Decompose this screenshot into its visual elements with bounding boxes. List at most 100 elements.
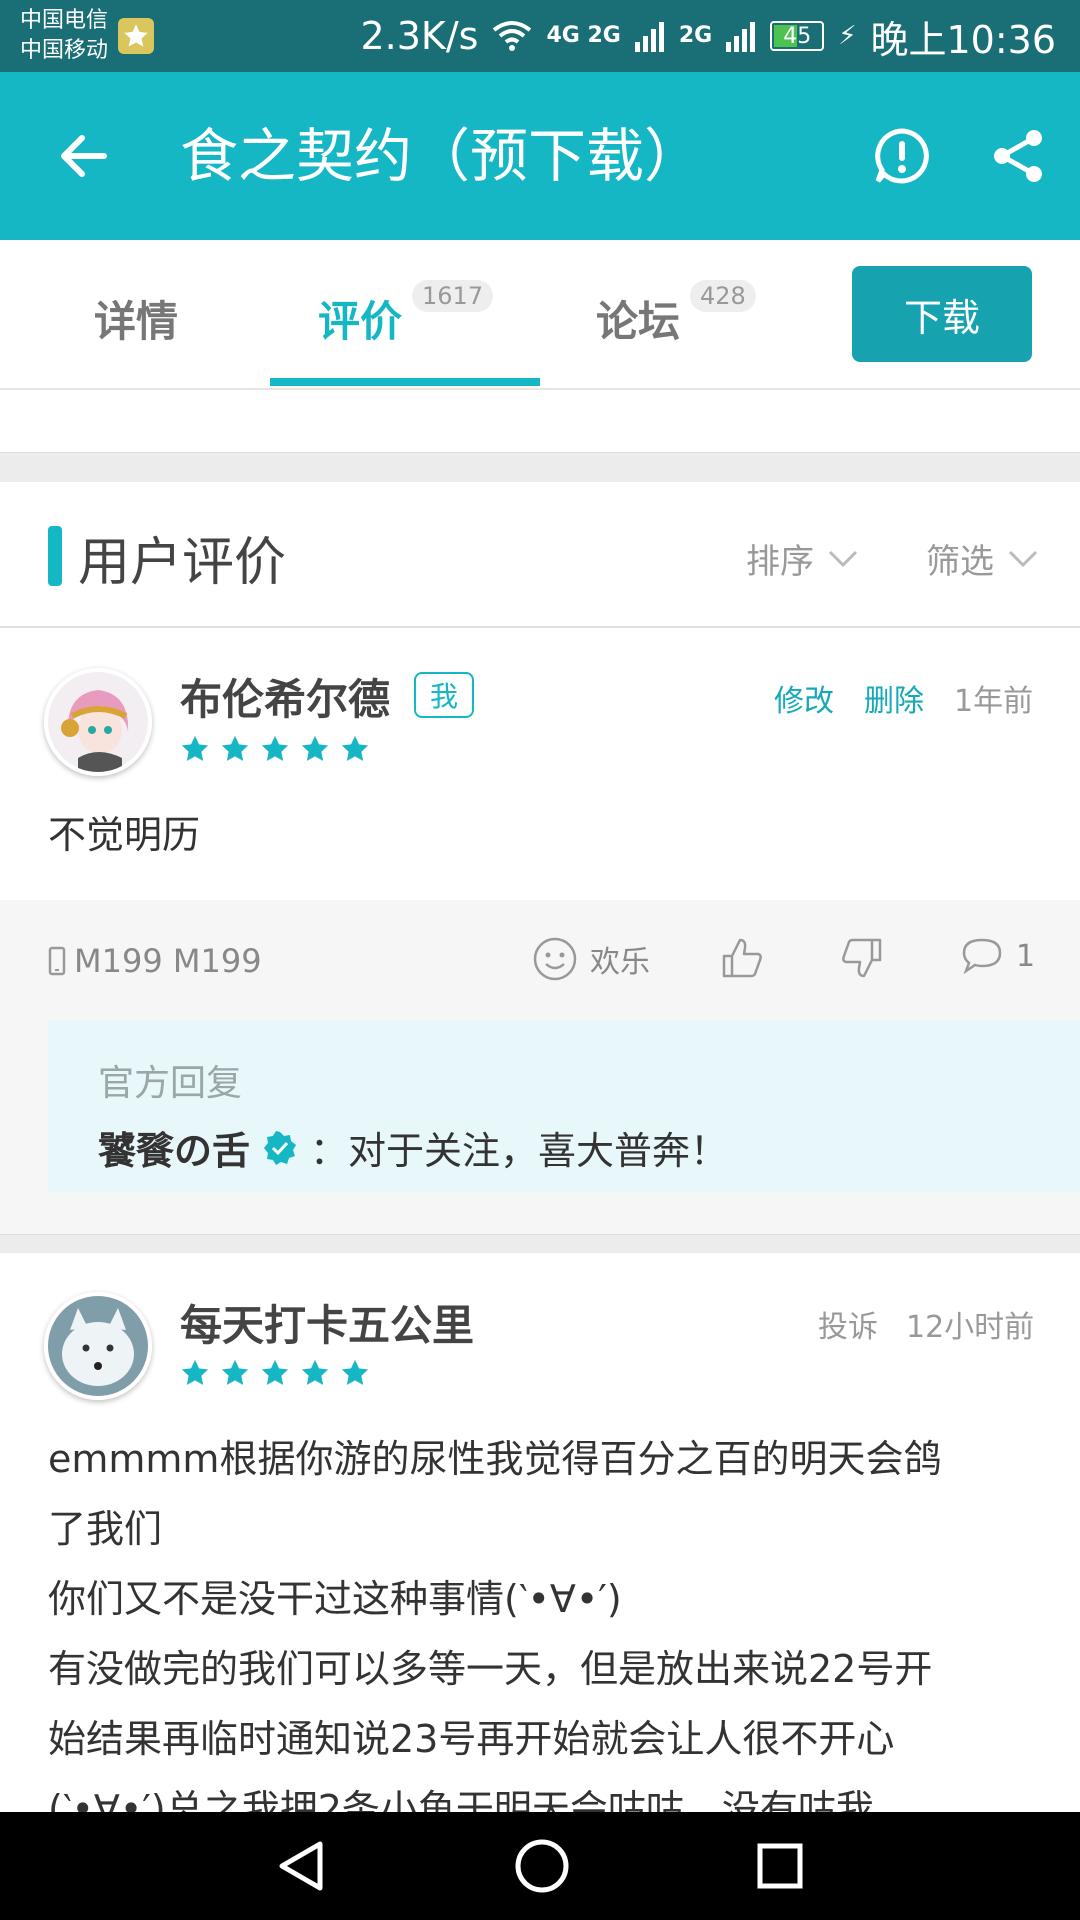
status-bar: 中国电信 中国移动 2.3K/s 4G 2G 2G 45 ⚡ 晚上10:36: [0, 0, 1080, 72]
signal-bars-2-icon: [726, 22, 756, 52]
star-icon: [341, 1359, 369, 1385]
review-line: 始结果再临时通知说23号再开始就会让人很不开心: [48, 1717, 895, 1761]
triangle-back-icon: [279, 1841, 323, 1891]
avatar[interactable]: [44, 668, 152, 776]
review-text: emmmm根据你游的尿性我觉得百分之百的明天会鸽 了我们 你们又不是没干过这种事…: [48, 1424, 1048, 1812]
tab-reviews[interactable]: 评价 1617: [318, 280, 494, 349]
carrier-1: 中国电信: [20, 8, 109, 33]
tab-label: 论坛: [596, 297, 681, 346]
carrier-star-icon: [118, 18, 154, 54]
carrier-names: 中国电信 中国移动: [20, 6, 108, 66]
exclamation-circle-icon: [875, 128, 929, 184]
system-nav-bar: [0, 1812, 1080, 1920]
page-title: 食之契约（预下载）: [180, 122, 703, 190]
smiley-icon: [533, 937, 577, 981]
review-line: (‵•∀•′)总之我押2条小鱼干明天会咕咕，没有咕我: [48, 1787, 874, 1812]
review-line: 了我们: [48, 1507, 163, 1551]
star-icon: [301, 1359, 329, 1385]
arrow-left-icon: [61, 135, 107, 177]
nav-home-button[interactable]: [512, 1836, 572, 1900]
signal-2g-icon: 2G: [678, 23, 713, 48]
report-link[interactable]: 投诉: [818, 1302, 878, 1346]
dislike-button[interactable]: [840, 936, 884, 980]
sort-dropdown[interactable]: 排序: [746, 534, 858, 583]
device-info: M199 M199: [48, 942, 262, 980]
official-reply: 官方回复 饕餮の舌 ：对于关注，喜大普奔！: [48, 1020, 1080, 1192]
forum-count-badge: 428: [690, 280, 756, 312]
download-button[interactable]: 下载: [852, 266, 1032, 362]
star-icon: [221, 1359, 249, 1385]
review-line: emmmm根据你游的尿性我觉得百分之百的明天会鸽: [48, 1437, 942, 1481]
tab-forum[interactable]: 论坛 428: [596, 280, 756, 349]
back-button[interactable]: [56, 128, 112, 188]
charging-icon: ⚡: [838, 21, 857, 51]
mood-label: 欢乐: [590, 945, 650, 980]
wifi-icon: [493, 21, 532, 51]
active-tab-indicator: [270, 378, 540, 386]
like-button[interactable]: [720, 936, 764, 980]
tab-bar: 详情 评价 1617 论坛 428 下载: [0, 240, 1080, 390]
net-speed: 2.3K/s: [360, 14, 479, 58]
star-icon: [341, 735, 369, 761]
sort-label: 排序: [746, 542, 814, 582]
rating-stars: [180, 1358, 370, 1388]
filter-label: 筛选: [926, 542, 994, 582]
device-name: M199 M199: [74, 942, 262, 980]
thumbs-up-icon: [722, 938, 762, 978]
star-icon: [181, 735, 209, 761]
review-username[interactable]: 每天打卡五公里: [180, 1292, 474, 1353]
review-username[interactable]: 布伦希尔德: [180, 666, 390, 727]
mood-button[interactable]: 欢乐: [532, 936, 650, 982]
official-reply-body: 饕餮の舌 ：对于关注，喜大普奔！: [98, 1120, 728, 1175]
signal-bars-icon: [634, 22, 664, 52]
review-time: 12小时前: [906, 1310, 1035, 1345]
clock: 晚上10:36: [870, 17, 1056, 62]
review-time: 1年前: [954, 684, 1034, 719]
me-badge: 我: [414, 672, 474, 718]
app-bar: 食之契约（预下载）: [0, 72, 1080, 240]
developer-name[interactable]: 饕餮の舌: [98, 1120, 250, 1175]
review-count-badge: 1617: [412, 280, 494, 312]
report-button[interactable]: [872, 126, 932, 190]
delete-review-link[interactable]: 删除: [864, 676, 924, 720]
chevron-down-icon: [1008, 550, 1038, 567]
section-title: 用户评价: [78, 533, 287, 593]
status-indicators: 2.3K/s 4G 2G 2G 45 ⚡ 晚上10:36: [361, 0, 1057, 72]
share-icon: [994, 130, 1042, 182]
phone-icon: [48, 946, 66, 976]
square-recent-icon: [757, 1843, 803, 1889]
section-gap: [0, 452, 1080, 483]
star-icon: [261, 1359, 289, 1385]
official-reply-label: 官方回复: [98, 1063, 243, 1104]
rating-stars: [180, 734, 370, 764]
nav-recent-button[interactable]: [752, 1836, 808, 1900]
tab-details[interactable]: 详情: [94, 288, 178, 349]
verified-check-icon: [264, 1130, 297, 1165]
star-icon: [301, 735, 329, 761]
review-line: 你们又不是没干过这种事情(‵•∀•′): [48, 1577, 622, 1621]
share-button[interactable]: [988, 126, 1048, 190]
tab-label: 评价: [318, 297, 403, 346]
star-icon: [181, 1359, 209, 1385]
nav-back-button[interactable]: [272, 1836, 328, 1900]
thumbs-down-icon: [842, 938, 882, 978]
star-icon: [261, 735, 289, 761]
edit-review-link[interactable]: 修改: [774, 676, 834, 720]
review-divider: [0, 1234, 1080, 1253]
battery-level: 45: [783, 23, 812, 49]
battery-icon: 45: [770, 21, 825, 51]
avatar[interactable]: [44, 1292, 152, 1400]
comment-button[interactable]: 1: [960, 936, 1035, 976]
carrier-2: 中国移动: [20, 38, 109, 63]
comment-count: 1: [1016, 938, 1036, 974]
review-line: 有没做完的我们可以多等一天，但是放出来说22号开: [48, 1647, 933, 1691]
signal-4g-icon: 4G 2G: [546, 23, 621, 48]
circle-home-icon: [515, 1839, 569, 1893]
section-accent-bar: [48, 526, 62, 586]
star-icon: [221, 735, 249, 761]
reviews-header: 用户评价 排序 筛选: [0, 482, 1080, 628]
filter-dropdown[interactable]: 筛选: [926, 534, 1038, 583]
chevron-down-icon: [828, 550, 858, 567]
speech-bubble-icon: [962, 938, 1002, 975]
tab-label: 详情: [94, 297, 179, 346]
